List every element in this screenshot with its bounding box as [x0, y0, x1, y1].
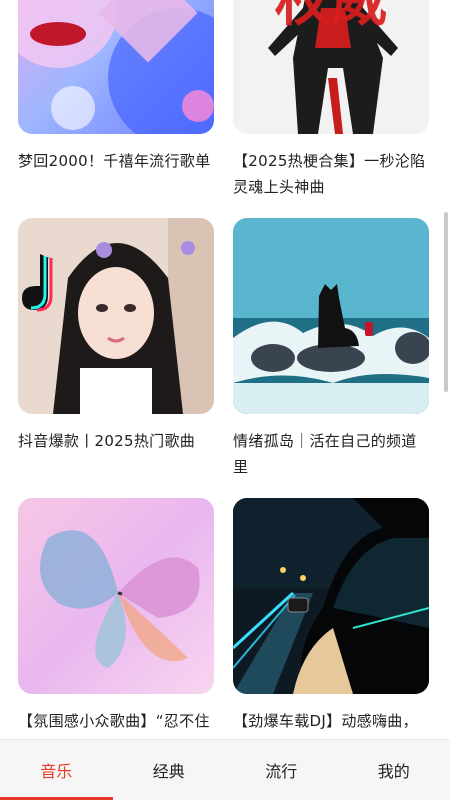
bottom-tab-bar: 音乐 经典 流行 我的	[0, 739, 450, 800]
tab-label: 经典	[152, 762, 185, 781]
playlist-cover[interactable]	[233, 218, 429, 414]
tab-classic[interactable]: 经典	[113, 740, 226, 800]
playlist-card[interactable]: 【氛围感小众歌曲】“忍不住单曲循环！”	[18, 498, 214, 740]
playlist-card[interactable]: 梦回2000！千禧年流行歌单	[18, 0, 214, 174]
tab-mine[interactable]: 我的	[338, 740, 450, 800]
cover-text: 权威	[274, 0, 387, 34]
playlist-title: 情绪孤岛｜活在自己的频道里	[233, 432, 417, 476]
playlist-cover[interactable]	[18, 498, 214, 694]
playlist-cover[interactable]	[233, 498, 429, 694]
playlist-title: 【氛围感小众歌曲】“忍不住单曲循环！”	[18, 712, 210, 740]
playlist-title: 梦回2000！千禧年流行歌单	[18, 152, 211, 170]
playlist-card[interactable]: 【劲爆车载DJ】动感嗨曲，一脚踩进油箱超	[233, 498, 429, 740]
playlist-title: 抖音爆款丨2025热门歌曲	[18, 432, 196, 450]
tab-music[interactable]: 音乐	[0, 740, 113, 800]
playlist-title: 【2025热梗合集】一秒沦陷灵魂上头神曲	[233, 152, 426, 196]
playlist-title: 【劲爆车载DJ】动感嗨曲，一脚踩进油箱超	[233, 712, 418, 740]
tab-label: 我的	[377, 762, 410, 781]
playlist-feed[interactable]: 梦回2000！千禧年流行歌单 权威 【2025热梗合集】一秒沦陷灵魂上头神曲 抖…	[0, 0, 450, 740]
playlist-card[interactable]: 情绪孤岛｜活在自己的频道里	[233, 218, 429, 480]
scrollbar-thumb[interactable]	[444, 212, 448, 392]
playlist-card[interactable]: 抖音爆款丨2025热门歌曲	[18, 218, 214, 454]
playlist-cover[interactable]	[18, 0, 214, 134]
playlist-cover[interactable]: 权威	[233, 0, 429, 134]
playlist-cover[interactable]	[18, 218, 214, 414]
playlist-card[interactable]: 权威 【2025热梗合集】一秒沦陷灵魂上头神曲	[233, 0, 429, 200]
tab-popular[interactable]: 流行	[225, 740, 338, 800]
tab-label: 流行	[265, 762, 298, 781]
tab-label: 音乐	[40, 762, 73, 781]
